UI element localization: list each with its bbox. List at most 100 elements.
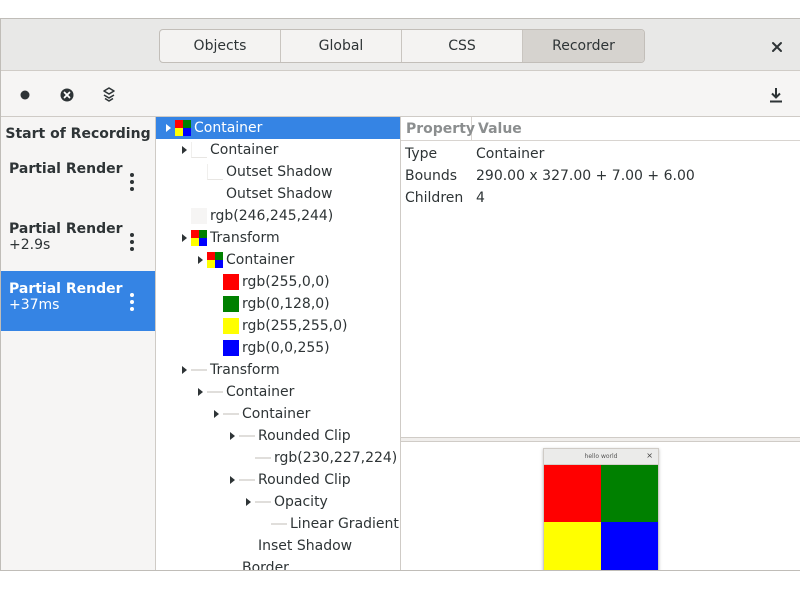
more-options-icon[interactable] xyxy=(129,293,135,311)
tree-row[interactable]: Container xyxy=(156,381,400,403)
tree-row-label: rgb(0,128,0) xyxy=(242,296,330,312)
inspector-window: Objects Global CSS Recorder Start of Rec… xyxy=(0,18,800,571)
properties-panel: Property Value Type Container Bounds 290… xyxy=(401,117,800,437)
tree-row[interactable]: rgb(246,245,244) xyxy=(156,205,400,227)
tree-row-label: Transform xyxy=(210,230,280,246)
color-swatch-icon xyxy=(223,318,239,334)
tree-row[interactable]: Outset Shadow xyxy=(156,183,400,205)
view-switcher: Objects Global CSS Recorder xyxy=(159,29,645,63)
tree-row[interactable]: Rounded Clip xyxy=(156,469,400,491)
expander-arrow-icon[interactable] xyxy=(241,491,255,513)
property-value: 290.00 x 327.00 + 7.00 + 6.00 xyxy=(476,168,695,184)
expander-arrow-icon[interactable] xyxy=(193,381,207,403)
tree-row-label: Rounded Clip xyxy=(258,472,351,488)
tree-row-label: Outset Shadow xyxy=(226,164,333,180)
record-icon xyxy=(20,90,30,100)
node-thumbnail-icon xyxy=(271,523,287,525)
preview-close-icon: × xyxy=(646,451,653,460)
close-button[interactable] xyxy=(765,35,789,59)
tree-row[interactable]: Rounded Clip xyxy=(156,425,400,447)
node-thumbnail-icon xyxy=(207,252,223,268)
tree-row-label: rgb(255,255,0) xyxy=(242,318,348,334)
save-recording-button[interactable] xyxy=(764,83,788,107)
tree-row[interactable]: Linear Gradient xyxy=(156,513,400,535)
tree-row[interactable]: rgb(255,255,0) xyxy=(156,315,400,337)
expander-arrow-icon[interactable] xyxy=(177,227,191,249)
node-thumbnail-icon xyxy=(191,369,207,371)
node-thumbnail-icon xyxy=(255,501,271,503)
more-options-icon[interactable] xyxy=(129,173,135,191)
preview-color-cell xyxy=(544,522,601,570)
tree-row-label: Border xyxy=(242,560,289,571)
tree-row[interactable]: Container xyxy=(156,403,400,425)
tree-row[interactable]: Border xyxy=(156,557,400,571)
tree-row[interactable]: Outset Shadow xyxy=(156,161,400,183)
tree-row[interactable]: Opacity xyxy=(156,491,400,513)
tab-css[interactable]: CSS xyxy=(402,30,523,62)
render-preview: hello world × xyxy=(401,442,800,570)
tab-global[interactable]: Global xyxy=(281,30,402,62)
tree-row[interactable]: rgb(255,0,0) xyxy=(156,271,400,293)
tree-row[interactable]: Transform xyxy=(156,359,400,381)
tree-row-label: Inset Shadow xyxy=(258,538,353,554)
tree-row[interactable]: Inset Shadow xyxy=(156,535,400,557)
tree-row-label: Opacity xyxy=(274,494,328,510)
layers-icon xyxy=(103,87,115,102)
property-key: Children xyxy=(405,190,464,206)
recording-time: +37ms xyxy=(9,297,60,313)
node-thumbnail-icon xyxy=(239,479,255,481)
render-debug-button[interactable] xyxy=(97,83,121,107)
more-options-icon[interactable] xyxy=(129,233,135,251)
expander-arrow-icon[interactable] xyxy=(193,249,207,271)
node-thumbnail-icon xyxy=(175,120,191,136)
recording-item-selected[interactable]: Partial Render +37ms xyxy=(1,271,155,331)
clear-recording-button[interactable] xyxy=(55,83,79,107)
tab-objects[interactable]: Objects xyxy=(160,30,281,62)
expander-arrow-icon[interactable] xyxy=(177,359,191,381)
tree-row-label: Rounded Clip xyxy=(258,428,351,444)
expander-arrow-icon[interactable] xyxy=(209,403,223,425)
expander-arrow-icon[interactable] xyxy=(225,425,239,447)
preview-color-grid xyxy=(544,465,658,570)
recording-item[interactable]: Partial Render +2.9s xyxy=(1,211,155,271)
render-node-tree: Container Container Outset Shadow Outset Sh… xyxy=(156,117,401,571)
node-thumbnail-icon xyxy=(255,457,271,459)
record-button[interactable] xyxy=(13,83,37,107)
preview-color-cell xyxy=(544,465,601,522)
property-row: Type Container xyxy=(401,143,800,165)
tree-row[interactable]: Transform xyxy=(156,227,400,249)
tree-row[interactable]: Container xyxy=(156,139,400,161)
tree-row-label: Transform xyxy=(210,362,280,378)
download-icon xyxy=(770,88,782,103)
tree-row[interactable]: Container xyxy=(156,117,400,139)
expander-arrow-icon[interactable] xyxy=(177,139,191,161)
tree-row[interactable]: Container xyxy=(156,249,400,271)
expander-arrow-icon[interactable] xyxy=(161,117,175,139)
tree-row[interactable]: rgb(0,0,255) xyxy=(156,337,400,359)
recording-item[interactable]: Partial Render xyxy=(1,151,155,211)
close-icon xyxy=(772,42,782,52)
property-column-header[interactable]: Property xyxy=(401,117,475,140)
property-key: Bounds xyxy=(405,168,458,184)
color-swatch-icon xyxy=(191,208,207,224)
node-thumbnail-icon xyxy=(207,164,223,180)
tree-row[interactable]: rgb(0,128,0) xyxy=(156,293,400,315)
tree-row[interactable]: rgb(230,227,224) xyxy=(156,447,400,469)
node-thumbnail-icon xyxy=(239,435,255,437)
tab-recorder[interactable]: Recorder xyxy=(523,30,644,62)
node-thumbnail-icon xyxy=(191,230,207,246)
recording-name: Partial Render xyxy=(9,281,123,297)
value-column-header[interactable]: Value xyxy=(472,117,522,140)
property-row: Bounds 290.00 x 327.00 + 7.00 + 6.00 xyxy=(401,165,800,187)
start-of-recording-label[interactable]: Start of Recording xyxy=(1,117,155,151)
recordings-sidebar: Start of Recording Partial Render Partia… xyxy=(1,117,156,570)
expander-arrow-icon[interactable] xyxy=(225,469,239,491)
